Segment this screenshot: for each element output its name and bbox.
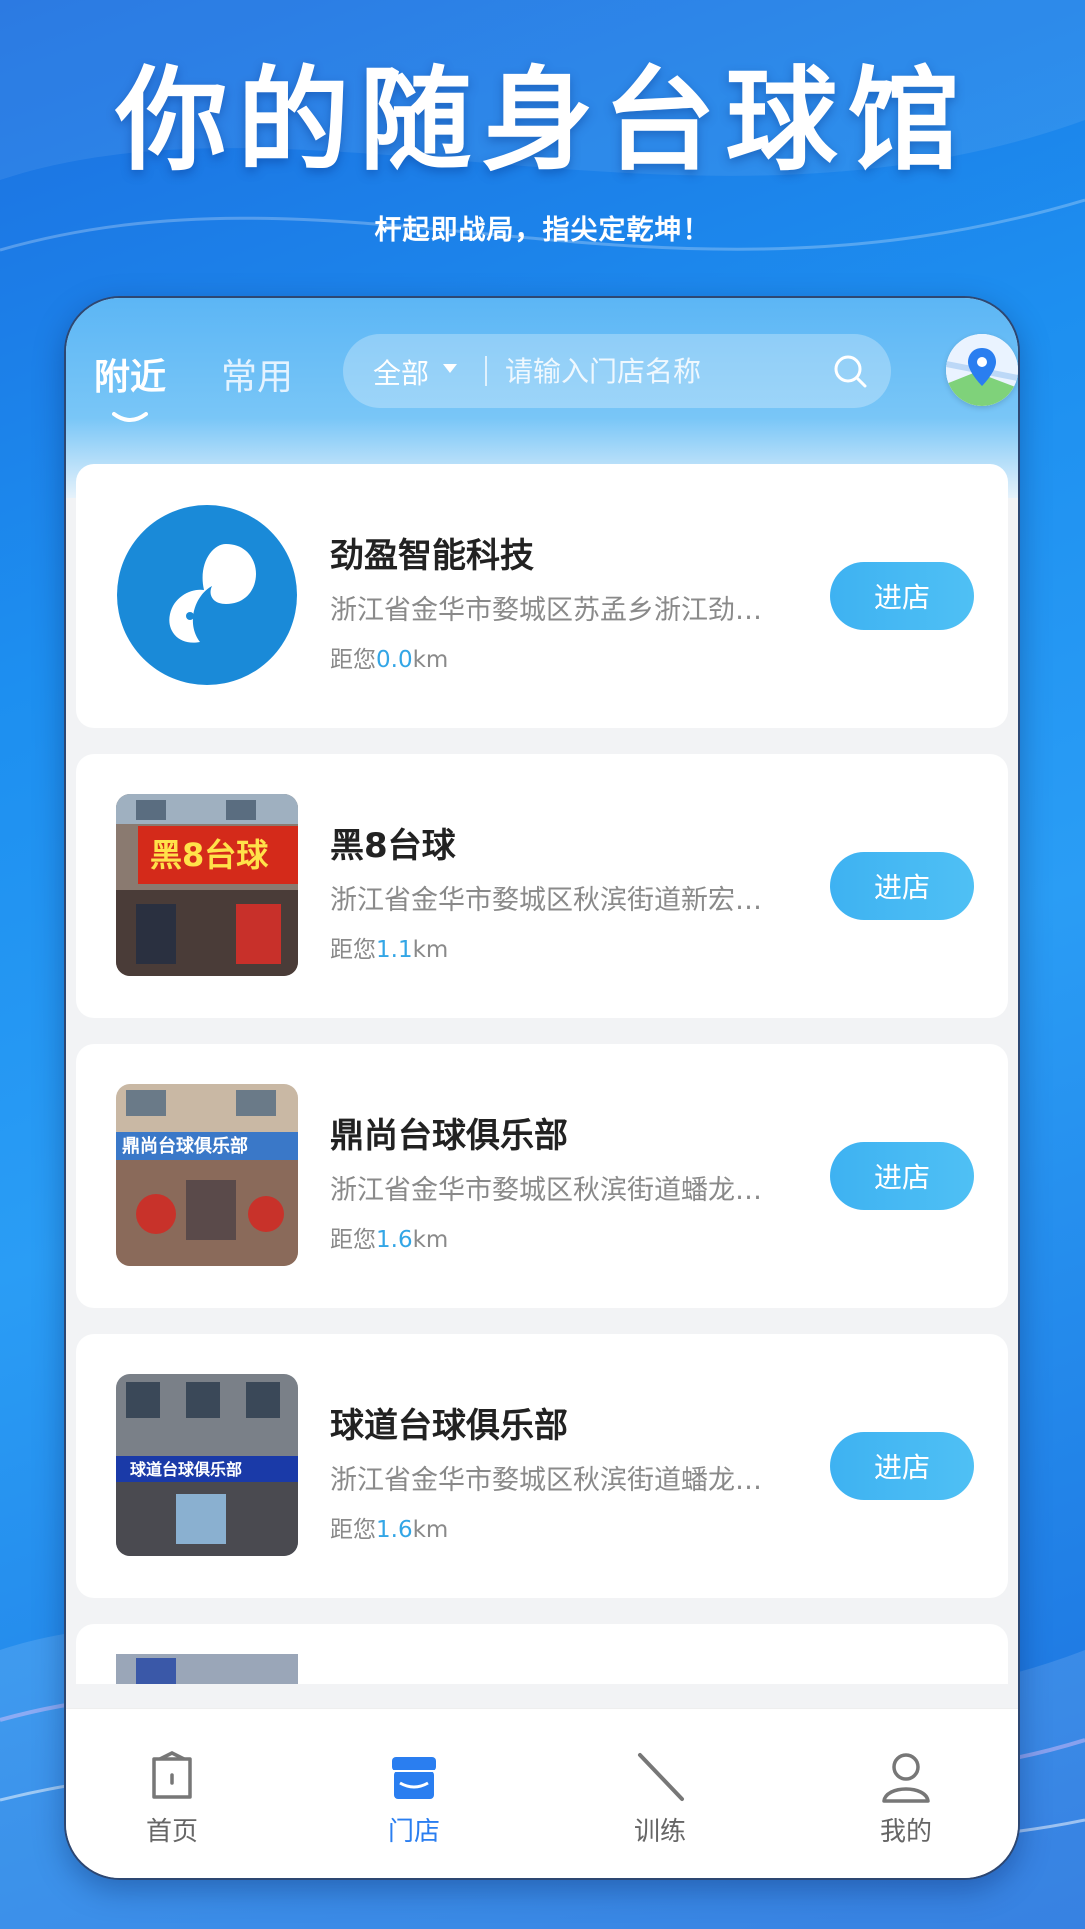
active-tab-indicator [112, 412, 148, 422]
distance-value: 1.1 [376, 937, 413, 963]
store-photo: 球道台球俱乐部 [116, 1374, 298, 1556]
store-photo [116, 1654, 298, 1684]
distance-value: 1.6 [376, 1227, 413, 1253]
map-pin-icon [946, 334, 1018, 406]
tab-nearby[interactable]: 附近 [94, 348, 166, 400]
hero-title: 你的随身台球馆 [115, 56, 970, 186]
store-icon [392, 1757, 436, 1799]
tab-home[interactable]: 首页 [112, 1749, 232, 1848]
svg-text:球道台球俱乐部: 球道台球俱乐部 [130, 1460, 242, 1479]
store-logo [116, 504, 298, 686]
search-icon[interactable] [831, 352, 869, 390]
svg-text:黑8台球: 黑8台球 [150, 836, 269, 874]
tab-store-label: 门店 [387, 1817, 440, 1847]
tab-common[interactable]: 常用 [221, 348, 293, 400]
store-address: 浙江省金华市婺城区苏孟乡浙江劲… [330, 595, 762, 626]
store-card-partial[interactable] [76, 1624, 1008, 1684]
store-name: 黑8台球 [330, 826, 456, 866]
filter-dropdown[interactable]: 全部 [373, 352, 429, 392]
distance-value: 0.0 [376, 647, 413, 673]
bottom-tab-bar: 首页 门店 训练 我的 [66, 1708, 1018, 1878]
store-address: 浙江省金华市婺城区秋滨街道新宏… [330, 885, 762, 916]
distance-value: 1.6 [376, 1517, 413, 1543]
store-name: 劲盈智能科技 [330, 536, 534, 576]
cue-icon [638, 1753, 684, 1801]
search-input[interactable] [503, 350, 807, 392]
store-name: 鼎尚台球俱乐部 [330, 1116, 568, 1156]
store-photo: 黑8台球 [116, 794, 298, 976]
store-distance: 距您1.1km [330, 937, 449, 963]
tab-profile-label: 我的 [879, 1817, 932, 1847]
svg-text:鼎尚台球俱乐部: 鼎尚台球俱乐部 [122, 1135, 248, 1157]
profile-icon [882, 1753, 930, 1803]
tab-training-label: 训练 [633, 1817, 686, 1847]
tab-store[interactable]: 门店 [354, 1749, 474, 1848]
search-bar: 全部 [343, 334, 891, 408]
enter-store-button[interactable]: 进店 [830, 1432, 974, 1500]
search-divider [485, 356, 487, 386]
store-address: 浙江省金华市婺城区秋滨街道蟠龙… [330, 1465, 762, 1496]
home-icon [152, 1751, 192, 1799]
store-distance: 距您1.6km [330, 1517, 449, 1543]
store-photo: 鼎尚台球俱乐部 [116, 1084, 298, 1266]
tab-training[interactable]: 训练 [600, 1749, 720, 1848]
enter-store-button[interactable]: 进店 [830, 1142, 974, 1210]
store-distance: 距您0.0km [330, 647, 449, 673]
enter-store-button[interactable]: 进店 [830, 852, 974, 920]
map-button[interactable] [946, 334, 1018, 406]
store-card[interactable]: 鼎尚台球俱乐部 鼎尚台球俱乐部 浙江省金华市婺城区秋滨街道蟠龙… 距您1.6km… [76, 1044, 1008, 1308]
store-list: 劲盈智能科技 浙江省金华市婺城区苏孟乡浙江劲… 距您0.0km 进店 黑8台球 [76, 464, 1008, 1684]
app-screen: 附近 常用 全部 请输入门店名称 劲盈智能科技 浙江省金华市婺城区苏孟乡浙江劲…… [64, 296, 1020, 1880]
store-distance: 距您1.6km [330, 1227, 449, 1253]
tab-profile[interactable]: 我的 [846, 1749, 966, 1848]
store-card[interactable]: 黑8台球 黑8台球 浙江省金华市婺城区秋滨街道新宏… 距您1.1km 进店 [76, 754, 1008, 1018]
caret-down-icon[interactable] [443, 364, 457, 373]
store-card[interactable]: 劲盈智能科技 浙江省金华市婺城区苏孟乡浙江劲… 距您0.0km 进店 [76, 464, 1008, 728]
tab-home-label: 首页 [145, 1817, 198, 1847]
store-address: 浙江省金华市婺城区秋滨街道蟠龙… [330, 1175, 762, 1206]
store-name: 球道台球俱乐部 [330, 1406, 568, 1446]
store-card[interactable]: 球道台球俱乐部 球道台球俱乐部 浙江省金华市婺城区秋滨街道蟠龙… 距您1.6km… [76, 1334, 1008, 1598]
hero-subtitle: 杆起即战局，指尖定乾坤！ [374, 215, 711, 246]
enter-store-button[interactable]: 进店 [830, 562, 974, 630]
